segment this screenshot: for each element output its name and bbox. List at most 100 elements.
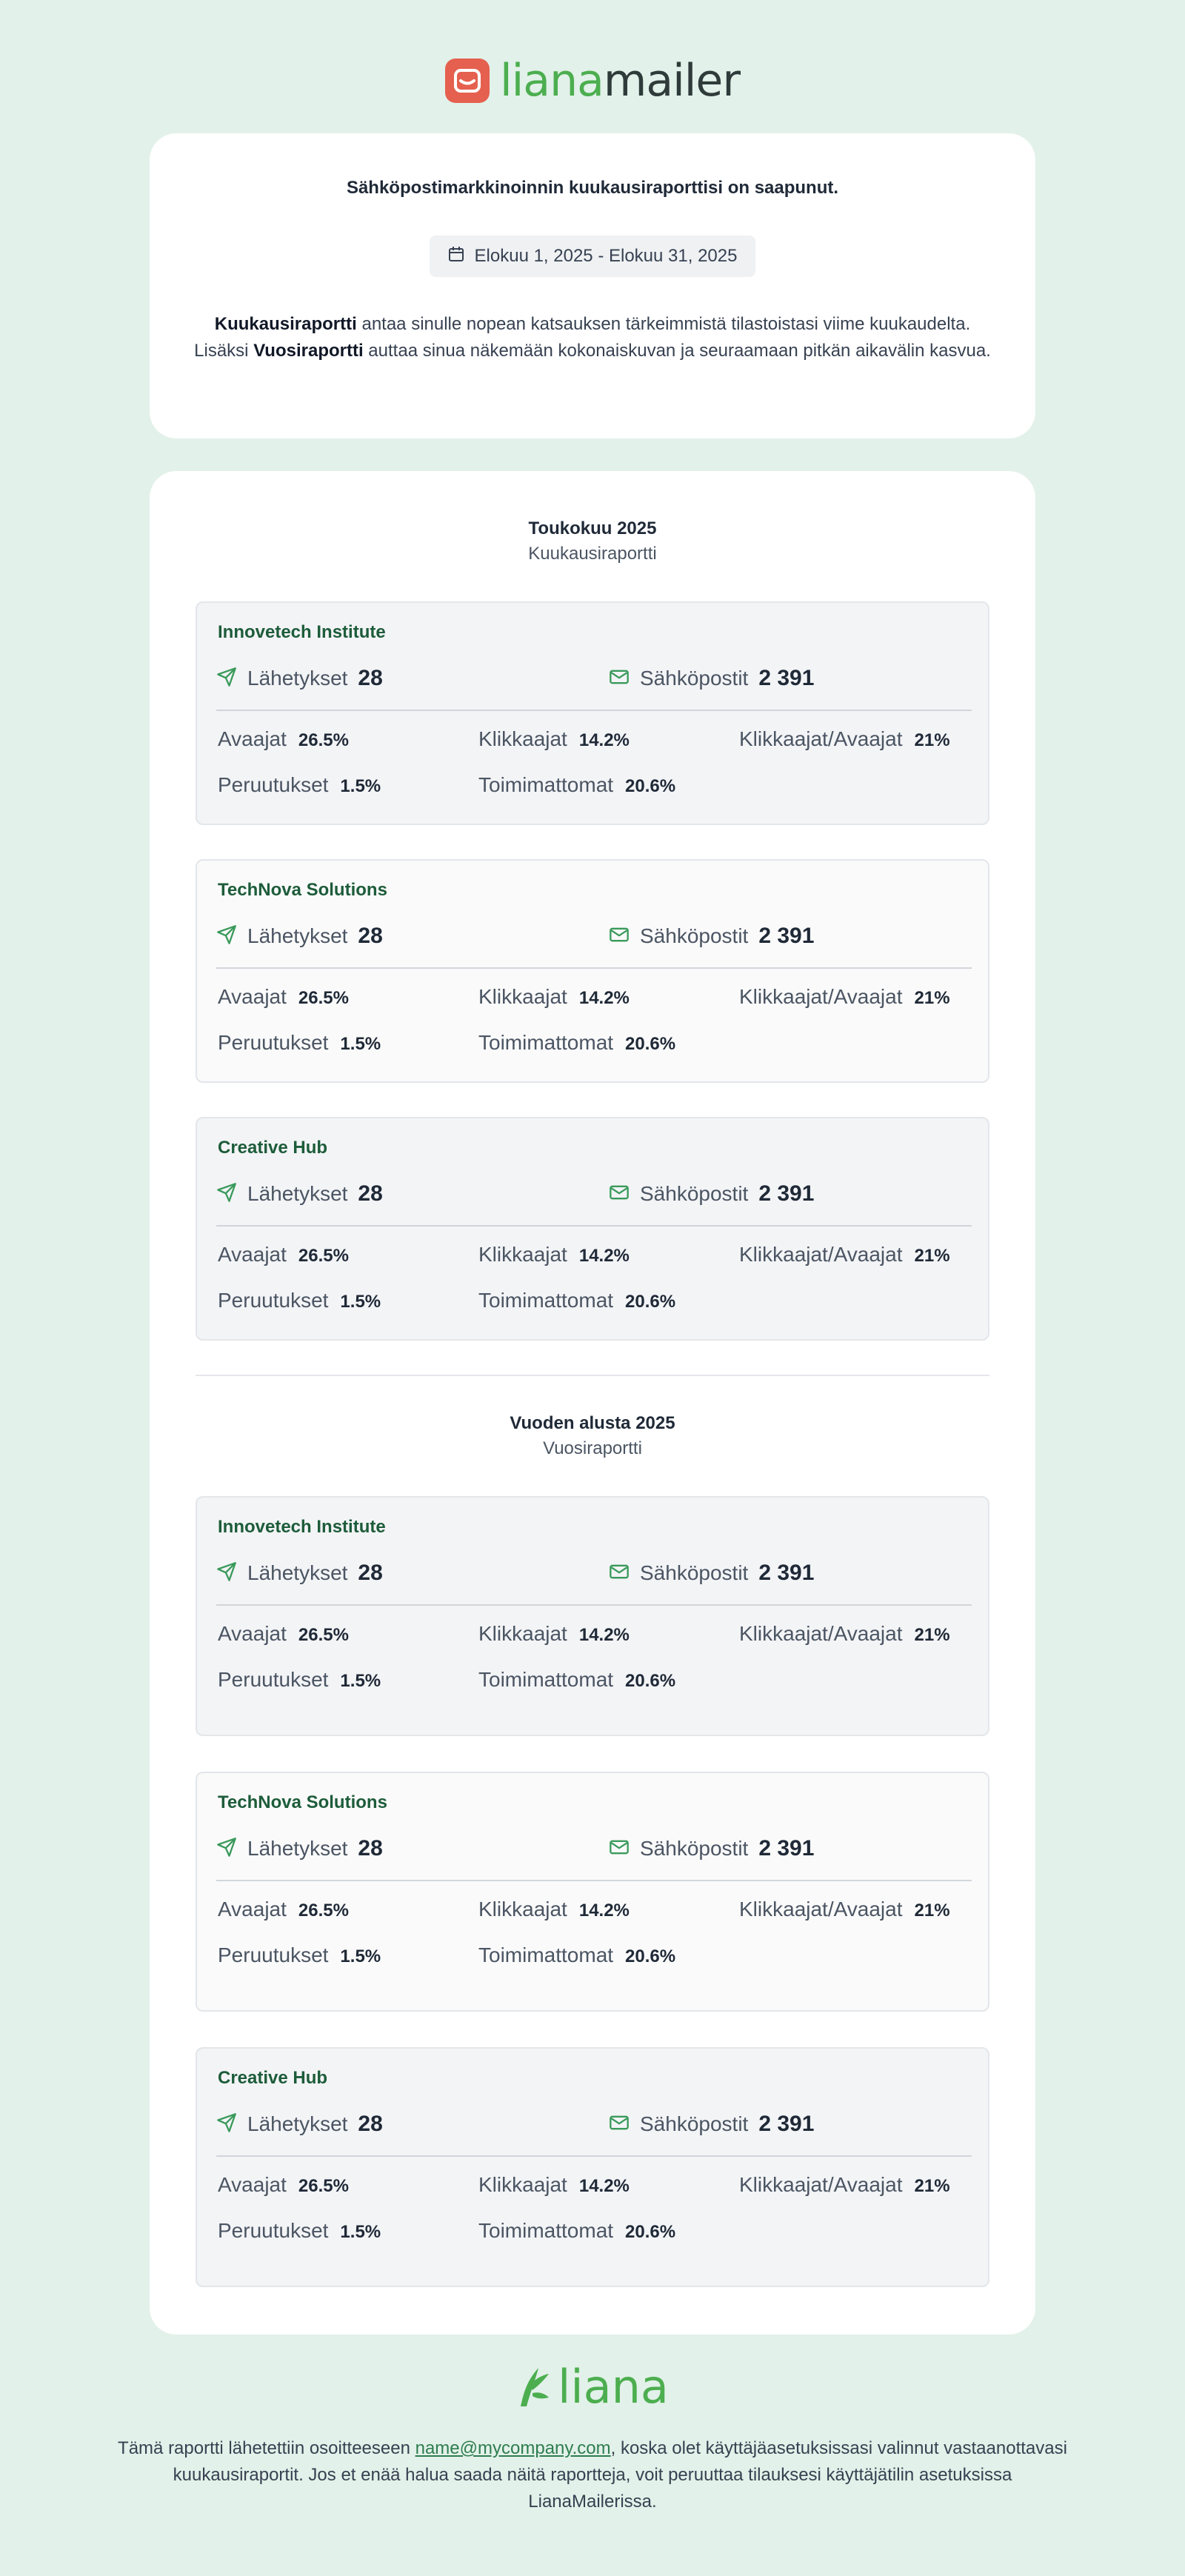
organization-name: Creative Hub	[218, 1138, 328, 1158]
opens-stat: Avaajat 26.5%	[218, 1243, 349, 1267]
clicks-value: 14.2%	[578, 1246, 630, 1266]
click-to-open-value: 21%	[914, 2176, 950, 2196]
clicks-label: Klikkaajat	[478, 1243, 567, 1266]
sends-label: Lähetykset	[247, 1182, 348, 1205]
section-divider	[196, 1375, 989, 1376]
unsubscribes-label: Peruutukset	[218, 2219, 329, 2242]
inactive-value: 20.6%	[625, 1671, 676, 1691]
sends-value: 28	[358, 1561, 383, 1585]
opens-value: 26.5%	[298, 730, 349, 750]
click-to-open-label: Klikkaajat/Avaajat	[739, 1622, 903, 1645]
opens-label: Avaajat	[218, 1622, 287, 1645]
clicks-value: 14.2%	[578, 988, 630, 1008]
clicks-label: Klikkaajat	[478, 1898, 567, 1921]
emails-kpi: Sähköpostit 2 391	[609, 2111, 814, 2138]
emails-value: 2 391	[758, 924, 815, 948]
click-to-open-value: 21%	[914, 1901, 950, 1921]
opens-label: Avaajat	[218, 1898, 287, 1921]
emails-kpi: Sähköpostit 2 391	[609, 665, 814, 692]
liana-leaf-icon	[516, 2363, 552, 2412]
emails-kpi: Sähköpostit 2 391	[609, 1835, 814, 1862]
sends-value: 28	[358, 2112, 383, 2136]
intro-heading: Sähköpostimarkkinoinnin kuukausiraportti…	[346, 178, 839, 198]
organization-name: Innovetech Institute	[218, 1517, 386, 1537]
emails-label: Sähköpostit	[640, 1182, 749, 1205]
footer-notice: Tämä raportti lähetettiin osoitteeseen n…	[118, 2438, 1067, 2512]
inactive-stat: Toimimattomat 20.6%	[478, 1668, 675, 1692]
mail-icon	[609, 1837, 630, 1861]
stats-divider	[216, 1604, 972, 1606]
sends-label: Lähetykset	[247, 1561, 348, 1584]
sends-label: Lähetykset	[247, 2112, 348, 2135]
stats-divider	[216, 2155, 972, 2157]
emails-value: 2 391	[758, 1836, 815, 1861]
sends-value: 28	[358, 924, 383, 948]
unsubscribes-label: Peruutukset	[218, 1289, 329, 1312]
email-link[interactable]: name@mycompany.com	[415, 2438, 611, 2458]
click-to-open-value: 21%	[914, 1625, 950, 1645]
section-subtitle: Kuukausiraportti	[528, 544, 657, 564]
click-to-open-value: 21%	[914, 988, 950, 1008]
emails-label: Sähköpostit	[640, 667, 749, 690]
mail-icon	[609, 924, 630, 949]
send-icon	[216, 924, 237, 949]
sends-value: 28	[358, 1181, 383, 1206]
inactive-value: 20.6%	[625, 1034, 676, 1054]
click-to-open-label: Klikkaajat/Avaajat	[739, 2173, 903, 2196]
send-icon	[216, 2112, 237, 2137]
sends-value: 28	[358, 1836, 383, 1861]
inactive-stat: Toimimattomat 20.6%	[478, 773, 675, 797]
sends-label: Lähetykset	[247, 924, 348, 947]
unsubscribes-label: Peruutukset	[218, 1943, 329, 1966]
inactive-value: 20.6%	[625, 2222, 676, 2242]
unsubscribes-value: 1.5%	[340, 1292, 381, 1312]
click-to-open-value: 21%	[914, 1246, 950, 1266]
mail-icon	[609, 2112, 630, 2137]
opens-stat: Avaajat 26.5%	[218, 985, 349, 1009]
emails-kpi: Sähköpostit 2 391	[609, 1560, 814, 1586]
email-page: lianamailer Sähköpostimarkkinoinnin kuuk…	[0, 0, 1185, 2576]
emails-label: Sähköpostit	[640, 1561, 749, 1584]
sends-kpi: Lähetykset 28	[216, 1560, 383, 1586]
inactive-value: 20.6%	[625, 1292, 676, 1312]
section-title: Toukokuu 2025	[528, 518, 657, 538]
inactive-label: Toimimattomat	[478, 1668, 614, 1691]
opens-value: 26.5%	[298, 1625, 349, 1645]
inactive-label: Toimimattomat	[478, 773, 614, 796]
sends-kpi: Lähetykset 28	[216, 923, 383, 950]
clicks-stat: Klikkaajat 14.2%	[478, 1622, 630, 1646]
click-to-open-value: 21%	[914, 730, 950, 750]
clicks-label: Klikkaajat	[478, 1622, 567, 1645]
lianamailer-logo: lianamailer	[0, 53, 1185, 108]
clicks-label: Klikkaajat	[478, 2173, 567, 2196]
inactive-stat: Toimimattomat 20.6%	[478, 2219, 675, 2243]
emails-value: 2 391	[758, 1561, 815, 1585]
clicks-value: 14.2%	[578, 1625, 630, 1645]
emails-kpi: Sähköpostit 2 391	[609, 1181, 814, 1207]
section-subtitle: Vuosiraportti	[543, 1438, 642, 1458]
organization-name: Innovetech Institute	[218, 622, 386, 642]
opens-label: Avaajat	[218, 727, 287, 750]
send-icon	[216, 1837, 237, 1861]
clicks-value: 14.2%	[578, 2176, 630, 2196]
opens-stat: Avaajat 26.5%	[218, 727, 349, 751]
unsubscribes-value: 1.5%	[340, 1946, 381, 1966]
click-to-open-stat: Klikkaajat/Avaajat 21%	[739, 1898, 950, 1921]
opens-label: Avaajat	[218, 1243, 287, 1266]
click-to-open-label: Klikkaajat/Avaajat	[739, 1243, 903, 1266]
emails-label: Sähköpostit	[640, 2112, 749, 2135]
date-range-chip: Elokuu 1, 2025 - Elokuu 31, 2025	[430, 236, 755, 277]
emails-value: 2 391	[758, 666, 815, 690]
unsubscribes-value: 1.5%	[340, 1034, 381, 1054]
organization-name: TechNova Solutions	[218, 880, 387, 900]
click-to-open-label: Klikkaajat/Avaajat	[739, 1898, 903, 1921]
click-to-open-label: Klikkaajat/Avaajat	[739, 727, 903, 750]
emails-value: 2 391	[758, 2112, 815, 2136]
click-to-open-stat: Klikkaajat/Avaajat 21%	[739, 985, 950, 1009]
intro-description: Kuukausiraportti antaa sinulle nopean ka…	[194, 314, 991, 361]
unsubscribes-stat: Peruutukset 1.5%	[218, 2219, 381, 2243]
organization-stats-card: Innovetech Institute Lähetykset 28 Sähköpos…	[196, 1496, 989, 1736]
opens-value: 26.5%	[298, 2176, 349, 2196]
clicks-label: Klikkaajat	[478, 985, 567, 1008]
organization-name: Creative Hub	[218, 2068, 328, 2088]
